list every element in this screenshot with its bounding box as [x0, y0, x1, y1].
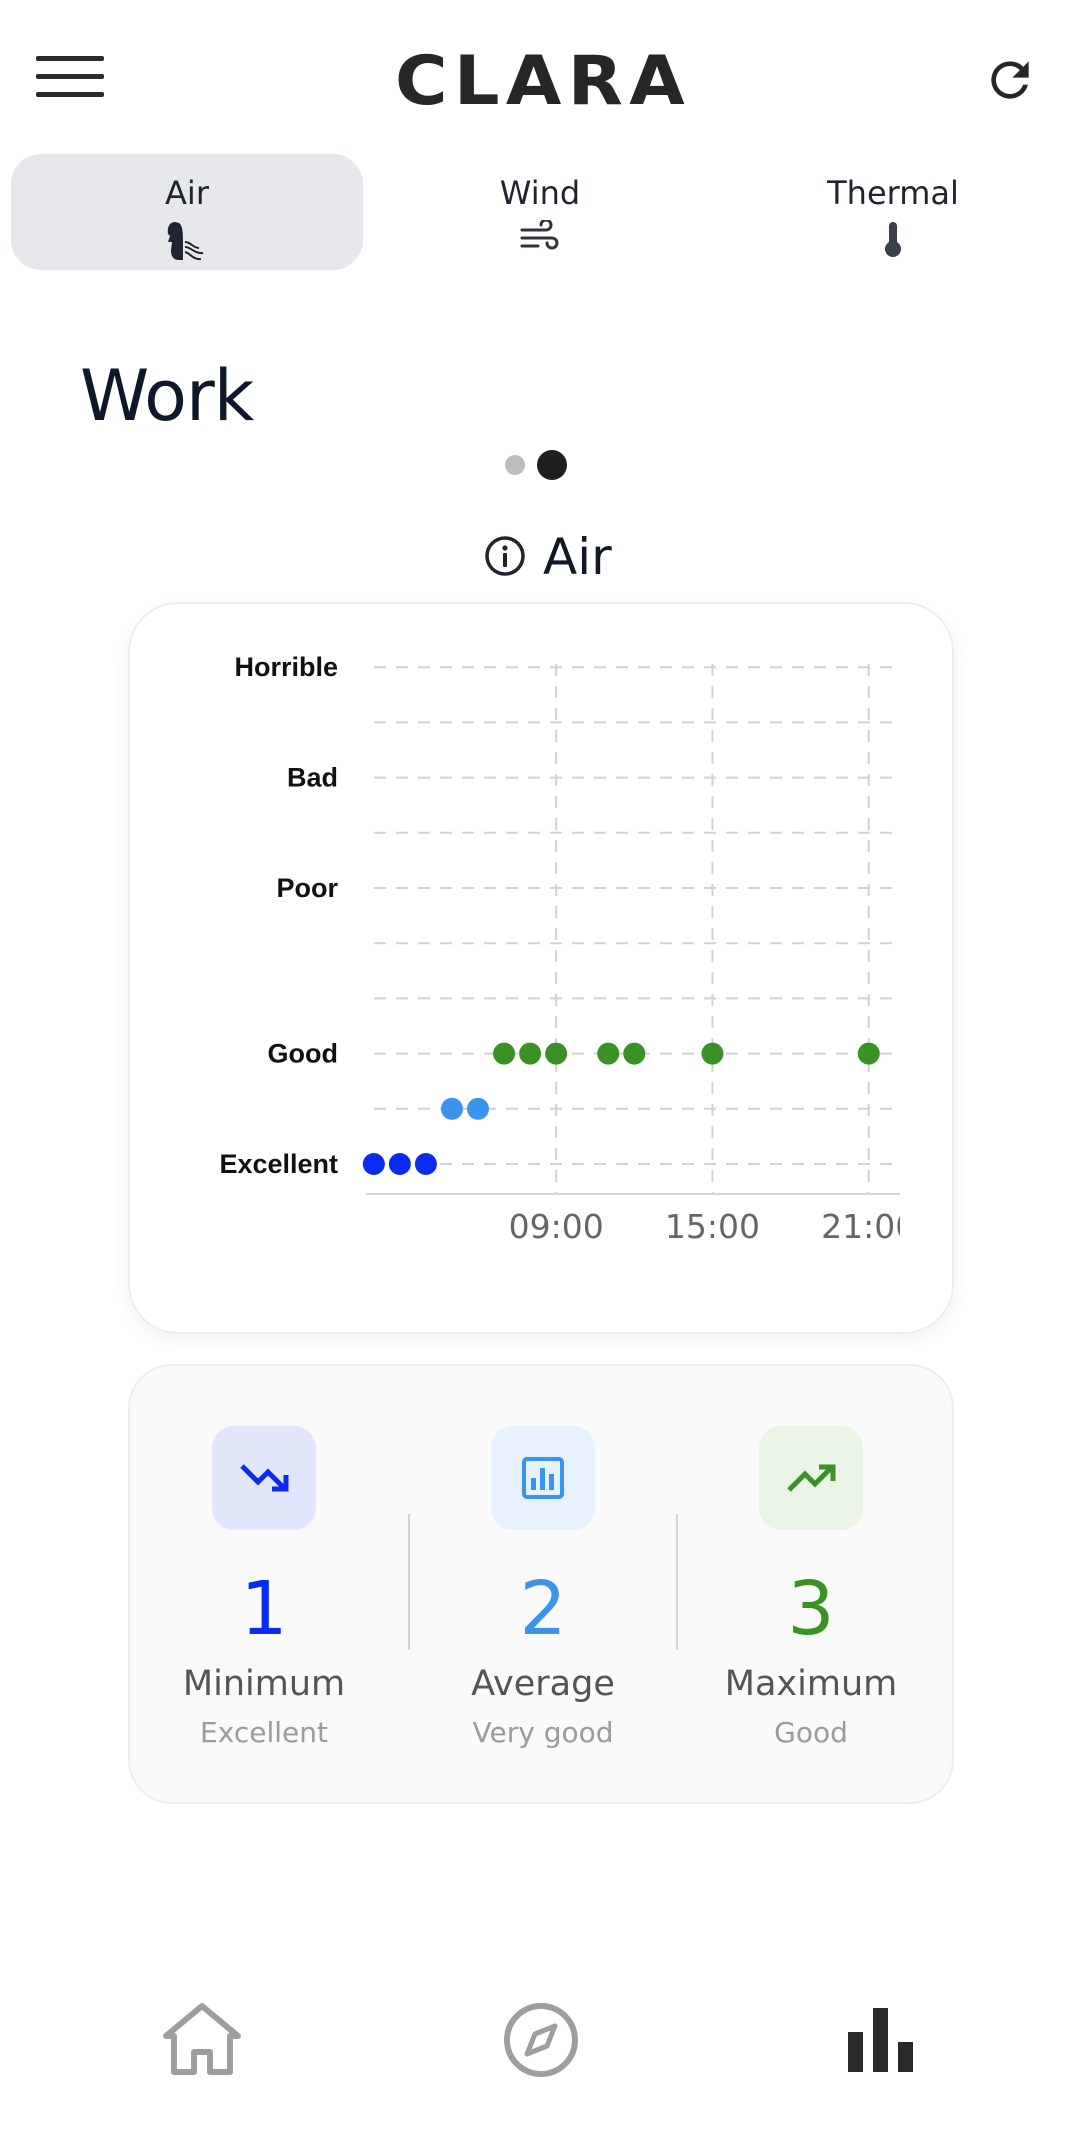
- app-logo: CLARA: [392, 42, 694, 121]
- data-point: [857, 1042, 880, 1065]
- stat-maximum-icon-box: [759, 1426, 863, 1530]
- page-title: Work: [80, 355, 254, 437]
- trending-up-icon: [787, 1464, 836, 1492]
- thermometer-icon: [881, 220, 905, 263]
- data-point: [519, 1042, 542, 1065]
- data-point: [701, 1042, 724, 1065]
- data-point: [362, 1153, 385, 1175]
- info-icon[interactable]: [483, 534, 527, 583]
- data-point: [623, 1042, 646, 1065]
- data-point: [493, 1042, 516, 1065]
- tab-air-label: Air: [165, 174, 209, 212]
- y-tick-label: Poor: [276, 873, 338, 903]
- stats-summary-card: 1 Minimum Excellent 2 Average Very good …: [128, 1364, 954, 1804]
- data-point: [467, 1097, 490, 1120]
- stat-minimum-icon-box: [212, 1426, 316, 1530]
- refresh-icon[interactable]: [982, 52, 1038, 108]
- chart-title: Air: [543, 528, 612, 586]
- stat-minimum-sublabel: Excellent: [200, 1716, 328, 1749]
- stat-average-value: 2: [519, 1566, 567, 1652]
- data-point: [440, 1097, 463, 1120]
- tab-thermal-label: Thermal: [827, 174, 959, 212]
- compass-icon[interactable]: [491, 1990, 591, 2090]
- person-breath-icon: [165, 220, 209, 267]
- wind-icon: [520, 218, 560, 259]
- logo-text: CLARA: [395, 45, 691, 109]
- stat-minimum-label: Minimum: [182, 1664, 346, 1704]
- data-point: [597, 1042, 620, 1065]
- stat-average-icon-box: [491, 1426, 595, 1530]
- x-tick-label: 21:00: [821, 1207, 916, 1246]
- trending-down-icon: [240, 1464, 289, 1492]
- tab-air[interactable]: Air: [11, 154, 363, 270]
- air-quality-chart: Excellent Good Poor Bad Horrible 09:00 15:00 2…: [219, 652, 916, 1246]
- pager-dot-2[interactable]: [537, 450, 567, 480]
- stat-average: 2 Average Very good: [409, 1426, 677, 1766]
- tab-wind[interactable]: Wind: [364, 154, 716, 270]
- tab-wind-label: Wind: [499, 174, 581, 212]
- y-tick-label: Good: [268, 1039, 338, 1069]
- bar-chart-icon[interactable]: [830, 1990, 930, 2090]
- page-indicator: [505, 447, 585, 480]
- pager-dot-1[interactable]: [505, 455, 525, 475]
- tab-thermal[interactable]: Thermal: [717, 154, 1069, 270]
- stat-maximum-value: 3: [787, 1566, 835, 1652]
- stat-minimum: 1 Minimum Excellent: [130, 1426, 398, 1766]
- stat-average-sublabel: Very good: [472, 1716, 614, 1749]
- bar-chart-icon: [522, 1457, 564, 1499]
- data-point: [545, 1042, 568, 1065]
- category-tabs: Air Wind Thermal: [11, 154, 1069, 270]
- stat-minimum-value: 1: [240, 1566, 288, 1652]
- x-tick-label: 15:00: [665, 1207, 760, 1246]
- stat-maximum: 3 Maximum Good: [677, 1426, 945, 1766]
- home-icon[interactable]: [152, 1990, 252, 2090]
- stat-average-label: Average: [471, 1664, 615, 1704]
- app-header: CLARA: [0, 0, 1080, 150]
- menu-icon[interactable]: [36, 54, 106, 102]
- y-tick-label: Horrible: [234, 652, 338, 682]
- y-tick-label: Bad: [287, 763, 338, 793]
- data-point: [414, 1153, 437, 1175]
- y-tick-label: Excellent: [219, 1149, 338, 1179]
- stat-maximum-sublabel: Good: [774, 1716, 848, 1749]
- air-quality-chart-card: Excellent Good Poor Bad Horrible 09:00 15:00 2…: [128, 602, 954, 1334]
- data-point: [388, 1153, 411, 1175]
- bottom-navigation: [0, 1990, 1080, 2110]
- stat-maximum-label: Maximum: [724, 1664, 898, 1704]
- x-tick-label: 09:00: [509, 1207, 604, 1246]
